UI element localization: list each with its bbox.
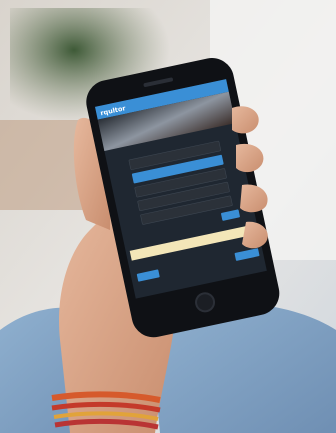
photo-scene: rqultor	[0, 0, 336, 433]
